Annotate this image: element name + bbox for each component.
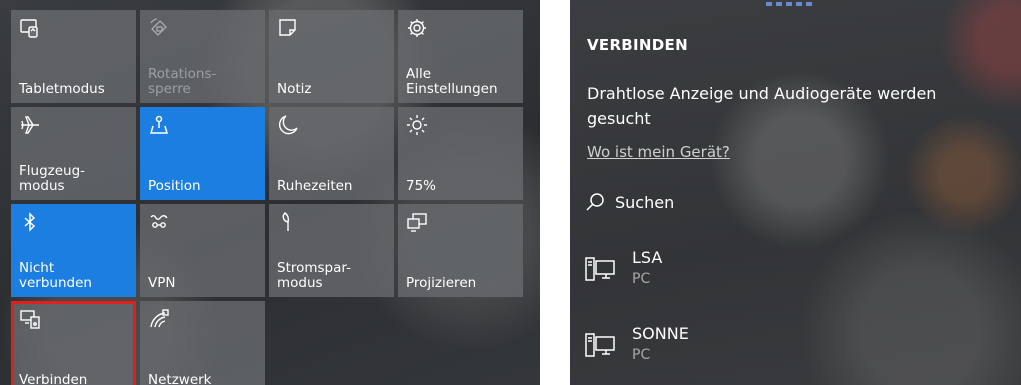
- tile-all-settings[interactable]: Alle Einstellungen: [398, 10, 523, 103]
- search-status-text: Drahtlose Anzeige und Audiogeräte werden…: [587, 84, 937, 128]
- vpn-icon: [148, 211, 170, 233]
- quick-actions-grid: Tabletmodus Rotations- sperre Notiz Alle…: [11, 10, 523, 385]
- moon-icon: [277, 114, 299, 136]
- tile-battery-saver[interactable]: Stromspar- modus: [269, 204, 394, 297]
- tile-note[interactable]: Notiz: [269, 10, 394, 103]
- note-icon: [277, 17, 299, 39]
- tile-brightness[interactable]: 75%: [398, 107, 523, 200]
- device-item-lsa[interactable]: LSA PC: [584, 247, 662, 289]
- computer-icon: [584, 253, 616, 285]
- action-center-panel: Tabletmodus Rotations- sperre Notiz Alle…: [0, 0, 540, 385]
- tile-label: Netzwerk: [148, 372, 212, 385]
- brightness-icon: [406, 114, 428, 136]
- tile-bluetooth[interactable]: Nicht verbunden: [11, 204, 136, 297]
- tile-project[interactable]: Projizieren: [398, 204, 523, 297]
- network-icon: [148, 308, 170, 330]
- computer-icon: [584, 329, 616, 361]
- search-label: Suchen: [615, 192, 675, 212]
- tile-label: Projizieren: [406, 275, 477, 291]
- gear-icon: [406, 17, 428, 39]
- tile-label: Verbinden: [19, 372, 88, 385]
- tablet-mode-icon: [19, 17, 41, 39]
- tile-rotation-lock[interactable]: Rotations- sperre: [140, 10, 265, 103]
- connect-title: VERBINDEN: [587, 36, 688, 54]
- loading-indicator: [766, 2, 816, 6]
- tile-label: Alle Einstellungen: [406, 66, 498, 97]
- tile-tablet-mode[interactable]: Tabletmodus: [11, 10, 136, 103]
- tile-location[interactable]: Position: [140, 107, 265, 200]
- device-type: PC: [632, 347, 651, 363]
- tile-connect[interactable]: Verbinden: [11, 301, 136, 385]
- tile-airplane-mode[interactable]: Flugzeug- modus: [11, 107, 136, 200]
- tile-label: Notiz: [277, 81, 312, 97]
- device-type: PC: [632, 271, 651, 287]
- battery-saver-icon: [277, 211, 299, 233]
- tile-label: VPN: [148, 275, 176, 291]
- search-icon: [585, 192, 605, 212]
- location-icon: [148, 114, 170, 136]
- tile-label: Position: [148, 178, 201, 194]
- connect-flyout: VERBINDEN Drahtlose Anzeige und Audioger…: [570, 0, 1021, 385]
- rotation-lock-icon: [148, 17, 170, 39]
- tile-network[interactable]: Netzwerk: [140, 301, 265, 385]
- search-button[interactable]: Suchen: [585, 192, 674, 212]
- tile-label: Nicht verbunden: [19, 260, 92, 291]
- tile-vpn[interactable]: VPN: [140, 204, 265, 297]
- tile-label: Stromspar- modus: [277, 260, 351, 291]
- connect-icon: [19, 308, 41, 330]
- airplane-icon: [19, 114, 41, 136]
- help-link[interactable]: Wo ist mein Gerät?: [587, 143, 730, 161]
- tile-label: Tabletmodus: [19, 81, 105, 97]
- device-name: SONNE: [632, 324, 689, 343]
- bluetooth-icon: [19, 211, 41, 233]
- tile-label: Ruhezeiten: [277, 178, 353, 194]
- device-name: LSA: [632, 248, 663, 267]
- tile-label: 75%: [406, 178, 437, 194]
- project-icon: [406, 211, 428, 233]
- tile-quiet-hours[interactable]: Ruhezeiten: [269, 107, 394, 200]
- tile-label: Flugzeug- modus: [19, 163, 86, 194]
- tile-label: Rotations- sperre: [148, 66, 217, 97]
- device-item-sonne[interactable]: SONNE PC: [584, 323, 689, 365]
